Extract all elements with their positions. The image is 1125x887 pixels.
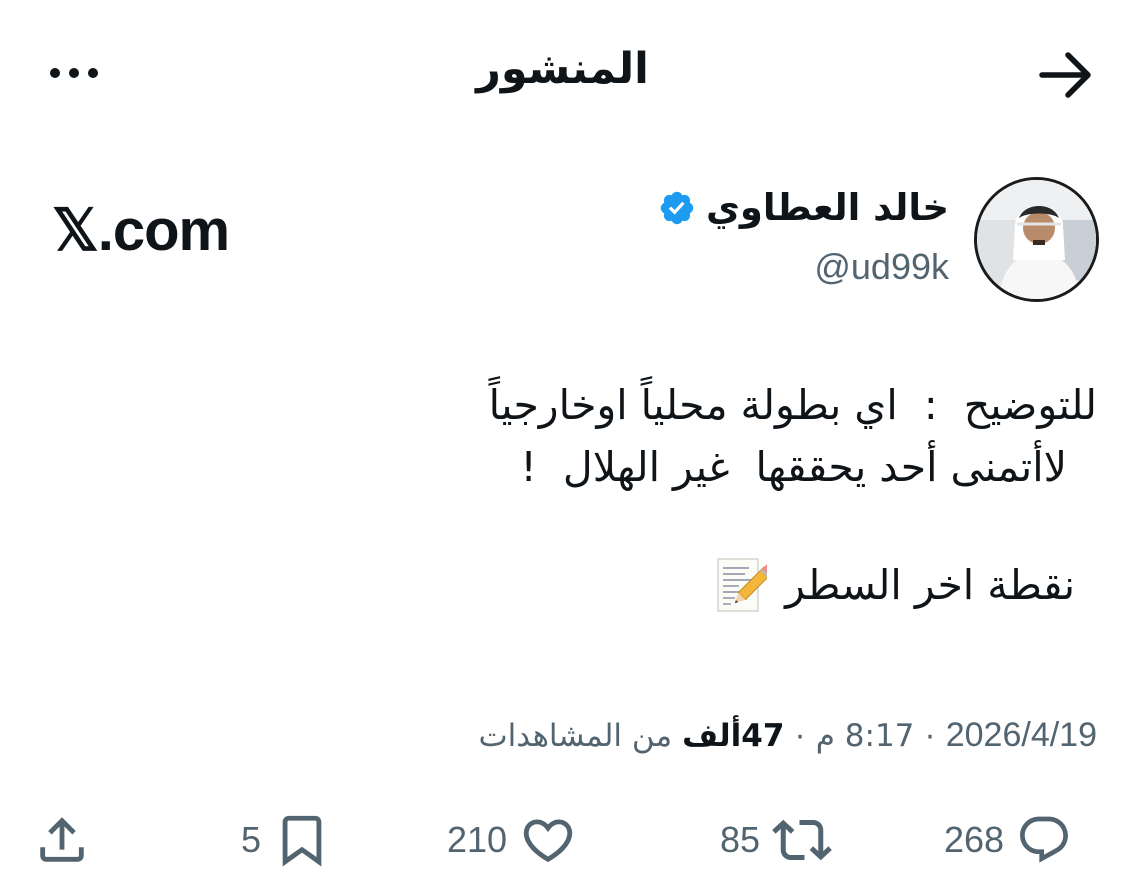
tweet-date[interactable]: 2026/4/19 bbox=[946, 716, 1097, 755]
author-name-row[interactable]: خالد العطاوي bbox=[658, 186, 949, 229]
tweet-line: نقطة اخر السطر bbox=[785, 561, 1075, 609]
views-label: من المشاهدات bbox=[478, 718, 673, 754]
memo-icon bbox=[717, 558, 768, 612]
verified-badge-icon bbox=[660, 191, 694, 224]
tweet-text: للتوضيح : اي بطولة محلياً اوخارجياً لاأت… bbox=[377, 374, 1097, 616]
author-name[interactable]: خالد العطاوي bbox=[706, 186, 949, 229]
share-icon bbox=[40, 817, 84, 862]
views-count[interactable]: 47ألف bbox=[682, 718, 784, 754]
reply-count: 268 bbox=[944, 819, 1005, 860]
tweet-time[interactable]: 8:17 م bbox=[816, 718, 915, 754]
source-watermark: 𝕏.com bbox=[52, 196, 230, 264]
page-title: المنشور bbox=[476, 44, 649, 94]
back-button[interactable] bbox=[1036, 48, 1096, 102]
reply-button[interactable]: 268 bbox=[944, 800, 1072, 880]
retweet-button[interactable]: 85 bbox=[720, 800, 832, 880]
avatar[interactable] bbox=[974, 177, 1099, 302]
tweet-last-line: نقطة اخر السطر bbox=[377, 554, 1097, 616]
action-bar: 268 85 210 5 bbox=[0, 800, 1125, 880]
bookmark-icon bbox=[282, 815, 322, 867]
top-bar: المنشور bbox=[0, 0, 1125, 150]
bookmark-count: 5 bbox=[241, 819, 262, 860]
retweet-icon bbox=[772, 819, 832, 861]
x-logo-text: 𝕏.com bbox=[52, 198, 230, 263]
meta-separator: · bbox=[924, 716, 936, 754]
like-count: 210 bbox=[447, 819, 508, 860]
heart-icon bbox=[523, 819, 573, 863]
arrow-right-icon bbox=[1039, 52, 1091, 98]
like-button[interactable]: 210 bbox=[447, 800, 577, 880]
meta-separator: · bbox=[794, 716, 806, 754]
retweet-count: 85 bbox=[720, 819, 761, 860]
avatar-image bbox=[977, 180, 1096, 299]
author-handle[interactable]: @ud99k bbox=[814, 246, 949, 288]
tweet-line: لاأتمنى أحد يحققها غير الهلال ! bbox=[520, 443, 1067, 491]
tweet-line: للتوضيح : اي بطولة محلياً اوخارجياً bbox=[488, 381, 1097, 429]
share-button[interactable] bbox=[33, 800, 91, 880]
bookmark-button[interactable]: 5 bbox=[241, 800, 331, 880]
tweet-meta: 2026/4/19 · 8:17 م · 47ألف من المشاهدات bbox=[479, 716, 1098, 755]
reply-icon bbox=[1020, 816, 1068, 863]
